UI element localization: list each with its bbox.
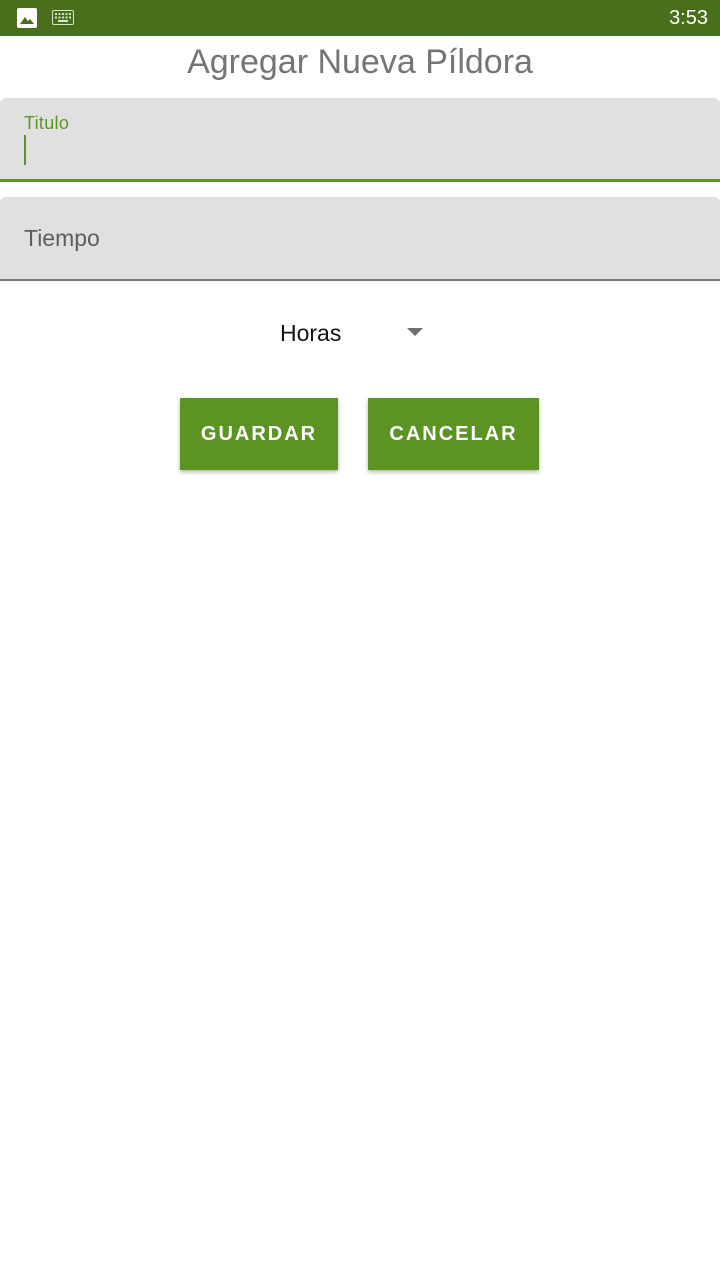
keyboard-icon xyxy=(52,10,74,25)
page-title: Agregar Nueva Píldora xyxy=(187,43,533,81)
titulo-label: Titulo xyxy=(24,113,70,133)
tiempo-label: Tiempo xyxy=(24,225,100,251)
save-button[interactable]: GUARDAR xyxy=(180,398,338,470)
dropdown-arrow-icon[interactable] xyxy=(407,328,423,336)
status-bar: 3:53 xyxy=(0,0,720,36)
cancel-button[interactable]: CANCELAR xyxy=(368,398,539,470)
tiempo-input[interactable]: Tiempo xyxy=(0,197,720,281)
unit-spinner-value: Horas xyxy=(280,320,342,346)
titulo-input[interactable]: Titulo xyxy=(0,98,720,182)
text-cursor xyxy=(24,135,26,165)
image-icon xyxy=(17,8,37,28)
status-time: 3:53 xyxy=(669,7,708,29)
